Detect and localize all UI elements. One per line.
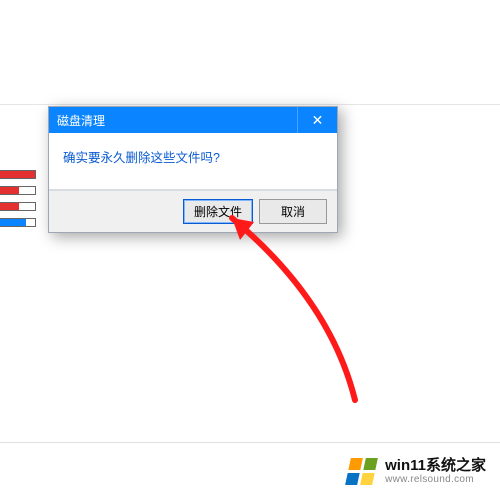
delete-files-button[interactable]: 删除文件 (183, 199, 253, 224)
usage-bar-2 (0, 186, 36, 195)
usage-bar-3 (0, 202, 36, 211)
windows-logo-icon (345, 458, 378, 485)
dialog-title: 磁盘清理 (57, 112, 105, 129)
separator-line (0, 104, 500, 105)
close-button[interactable]: ✕ (297, 107, 337, 133)
dialog-titlebar[interactable]: 磁盘清理 ✕ (49, 107, 337, 133)
dialog-message: 确实要永久删除这些文件吗? (63, 151, 220, 165)
brand-text: win11系统之家 www.relsound.com (385, 457, 486, 486)
background-usage-bars (0, 170, 36, 234)
brand-line-2: www.relsound.com (385, 474, 486, 486)
close-icon: ✕ (312, 112, 324, 129)
disk-cleanup-dialog: 磁盘清理 ✕ 确实要永久删除这些文件吗? 删除文件 取消 (48, 106, 338, 233)
usage-bar-1 (0, 170, 36, 179)
annotation-arrow (210, 200, 380, 420)
dialog-body: 确实要永久删除这些文件吗? (49, 133, 337, 189)
usage-bar-4 (0, 218, 36, 227)
watermark-footer: win11系统之家 www.relsound.com (0, 442, 500, 500)
dialog-footer: 删除文件 取消 (49, 190, 337, 232)
brand-line-1: win11系统之家 (385, 457, 486, 474)
cancel-button[interactable]: 取消 (259, 199, 327, 224)
